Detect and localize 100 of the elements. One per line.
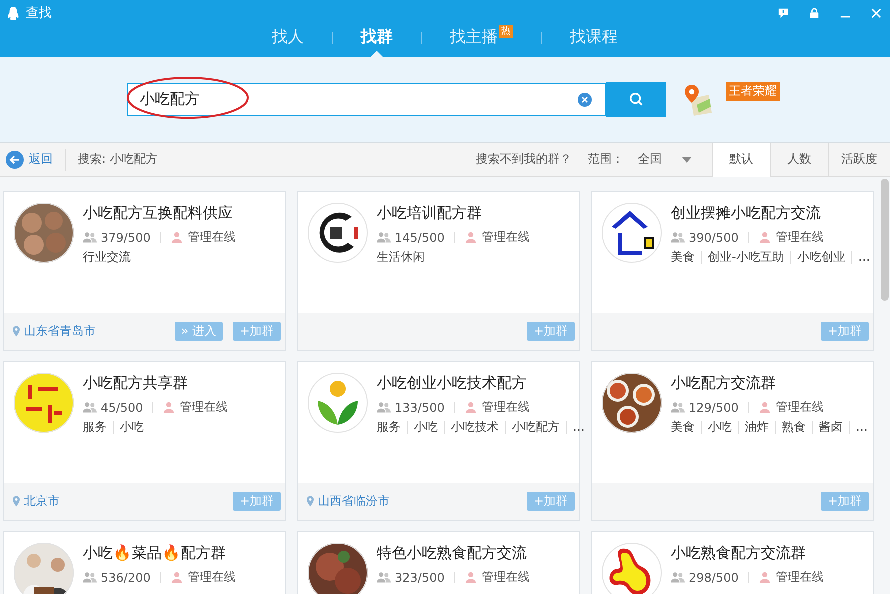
admin-status: 管理在线 [188,229,236,246]
members-icon [671,572,685,583]
tag: … [849,421,874,434]
search-field[interactable]: 小吃配方 [127,83,606,116]
admin-status: 管理在线 [776,229,824,246]
tag: 小吃 [407,421,444,434]
members-icon [83,232,97,243]
group-name: 小吃培训配方群 [377,204,483,222]
group-name: 创业摆摊小吃配方交流 [671,204,822,222]
admin-status: 管理在线 [180,399,228,416]
person-icon [758,232,772,243]
admin-status: 管理在线 [482,569,530,586]
location-link[interactable]: 北京市 [24,493,60,510]
clear-icon[interactable] [578,93,592,107]
person-icon [464,402,478,413]
members-icon [377,232,391,243]
tag: 行业交流 [83,251,137,264]
tag: 美食 [671,251,701,264]
nav-tab[interactable]: 找群 [333,26,421,57]
person-icon [170,232,184,243]
tag: 油炸 [738,421,775,434]
tag: 酱卤 [812,421,849,434]
tag: 小吃配方 [505,421,566,434]
member-count: 323/500 [395,570,445,584]
location-link[interactable]: 山东省青岛市 [24,323,96,340]
group-card[interactable]: 小吃配方共享群 45/500 管理在线 服务 小吃 北京市 +加群 [3,361,286,521]
group-card[interactable]: 小吃配方互换配料供应 379/500 管理在线 行业交流 山东省青岛市 » 进入 +加群 [3,191,286,351]
member-count: 145/500 [395,230,445,244]
tag: 熟食 [775,421,812,434]
admin-status: 管理在线 [188,569,236,586]
group-card[interactable]: 特色小吃熟食配方交流 323/500 管理在线 [297,531,580,594]
members-icon [671,402,685,413]
lock-icon[interactable] [809,8,820,18]
scope-label: 范围： [588,151,624,168]
group-name: 小吃熟食配方交流群 [671,544,807,562]
tag: … [851,251,876,264]
member-count: 298/500 [689,570,739,584]
group-name: 小吃配方交流群 [671,374,777,392]
hot-badge: 热 [499,24,513,38]
nav-tab[interactable]: 找人 [244,26,332,57]
group-name: 小吃配方共享群 [83,374,189,392]
members-icon [671,232,685,243]
person-icon [162,402,176,413]
group-card[interactable]: 创业摆摊小吃配方交流 390/500 管理在线 美食 创业-小吃互助 小吃创业 … +加群 [591,191,874,351]
tag: 创业-小吃互助 [701,251,790,264]
member-count: 129/500 [689,400,739,414]
sort-tab[interactable]: 默认 [712,142,770,176]
tag: 服务 [83,421,113,434]
members-icon [377,402,391,413]
group-name: 小吃🔥菜品🔥配方群 [83,544,227,562]
person-icon [758,572,772,583]
close-icon[interactable] [871,8,882,18]
member-count: 379/500 [101,230,151,244]
tag: 小吃 [701,421,738,434]
group-card[interactable]: 小吃配方交流群 129/500 管理在线 美食 小吃 油炸 熟食 酱卤 … +加群 [591,361,874,521]
tag: 服务 [377,421,407,434]
promo-badge[interactable]: 王者荣耀 [726,82,780,101]
members-icon [83,572,97,583]
map-pin-icon[interactable] [683,82,713,116]
help-link[interactable]: 搜索不到我的群？ [476,151,572,168]
person-icon [170,572,184,583]
location-pin-icon [307,496,314,507]
admin-status: 管理在线 [776,399,824,416]
group-name: 小吃创业小吃技术配方 [377,374,528,392]
caret-icon [682,156,692,162]
location-pin-icon [13,496,20,507]
member-count: 45/500 [101,400,144,414]
person-icon [758,402,772,413]
group-card[interactable]: 小吃培训配方群 145/500 管理在线 生活休闲 +加群 [297,191,580,351]
search-query: 搜索: 小吃配方 [78,151,158,168]
nav-tab[interactable]: 找课程 [542,26,646,57]
sort-tab[interactable]: 活跃度 [828,142,890,176]
search-button[interactable] [606,82,666,117]
scope-dropdown[interactable]: 全国 [638,151,692,168]
tag: 生活休闲 [377,251,431,264]
window-title: 查找 [26,5,52,22]
penguin-icon [7,6,20,20]
member-count: 536/200 [101,570,151,584]
feedback-icon[interactable] [778,8,789,18]
members-icon [83,402,97,413]
admin-status: 管理在线 [482,229,530,246]
back-link[interactable]: 返回 [6,150,53,168]
member-count: 133/500 [395,400,445,414]
location-pin-icon [13,326,20,337]
tag: 小吃技术 [444,421,505,434]
members-icon [377,572,391,583]
tag: 小吃创业 [790,251,852,264]
group-card[interactable]: 小吃🔥菜品🔥配方群 536/200 管理在线 [3,531,286,594]
scroll-thumb[interactable] [881,179,889,301]
person-icon [464,572,478,583]
tag: 小吃 [113,421,150,434]
person-icon [464,232,478,243]
group-card[interactable]: 小吃熟食配方交流群 298/500 管理在线 [591,531,874,594]
sort-tab[interactable]: 人数 [770,142,828,176]
search-icon [628,92,644,107]
group-name: 小吃配方互换配料供应 [83,204,234,222]
group-name: 特色小吃熟食配方交流 [377,544,528,562]
admin-status: 管理在线 [776,569,824,586]
location-link[interactable]: 山西省临汾市 [318,493,390,510]
member-count: 390/500 [689,230,739,244]
